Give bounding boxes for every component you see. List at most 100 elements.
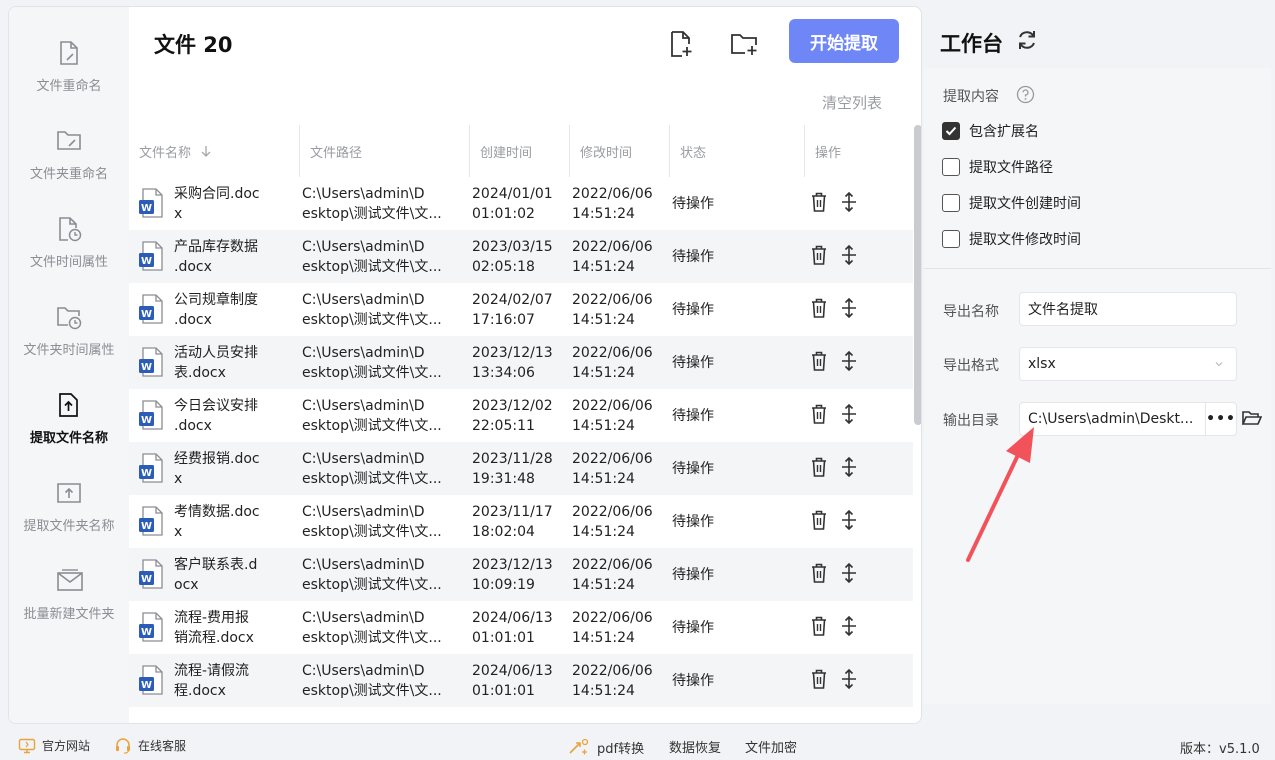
table-row[interactable]: W 流程-费用报 销流程.docx C:\Users\admin\D esktop\测试…	[129, 601, 913, 654]
checkbox-checked[interactable]	[942, 122, 960, 140]
delete-icon[interactable]	[809, 509, 829, 531]
data-recovery-link[interactable]: 数据恢复	[669, 737, 721, 756]
column-separator	[569, 125, 570, 177]
delete-icon[interactable]	[809, 456, 829, 478]
open-folder-icon[interactable]	[1241, 409, 1262, 427]
modified-time-cell: 2022/06/06 14:51:24	[572, 344, 653, 381]
delete-icon[interactable]	[809, 668, 829, 690]
svg-text:W: W	[141, 521, 152, 532]
output-dir-field[interactable]: C:\Users\admin\Deskt... •••	[1019, 402, 1237, 436]
option-checkbox-row[interactable]: 包含扩展名	[942, 121, 1039, 141]
drag-move-icon[interactable]	[839, 562, 859, 584]
option-checkbox-row[interactable]: 提取文件修改时间	[942, 229, 1081, 249]
drag-move-icon[interactable]	[839, 350, 859, 372]
add-file-button[interactable]	[664, 27, 698, 61]
table-row[interactable]: W 客户联系表.d ocx C:\Users\admin\D esktop\测试文件\文…	[129, 548, 913, 601]
file-path-cell: C:\Users\admin\D esktop\测试文件\文...	[302, 238, 442, 275]
checkbox-unchecked[interactable]	[942, 230, 960, 248]
table-row[interactable]: W 公司规章制度 .docx C:\Users\admin\D esktop\测试文件\…	[129, 283, 913, 336]
delete-icon[interactable]	[809, 615, 829, 637]
official-website-link[interactable]: 官方网站	[18, 737, 90, 754]
column-separator	[469, 125, 470, 177]
file-encrypt-link[interactable]: 文件加密	[745, 737, 797, 756]
modified-time-cell: 2022/06/06 14:51:24	[572, 662, 653, 699]
file-path-cell: C:\Users\admin\D esktop\测试文件\文...	[302, 291, 442, 328]
export-format-label: 导出格式	[943, 358, 999, 374]
sidebar-item-folder-batch[interactable]: 批量新建文件夹	[9, 567, 129, 647]
delete-icon[interactable]	[809, 562, 829, 584]
svg-text:W: W	[141, 627, 152, 638]
file-name-cell: 公司规章制度 .docx	[174, 291, 258, 328]
sidebar-item-file-upload[interactable]: 提取文件名称	[9, 391, 129, 471]
drag-move-icon[interactable]	[839, 244, 859, 266]
word-file-icon: W	[138, 665, 164, 695]
drag-move-icon[interactable]	[839, 509, 859, 531]
table-row[interactable]: W 流程-请假流 程.docx C:\Users\admin\D esktop\测试文件…	[129, 654, 913, 707]
column-separator	[669, 125, 670, 177]
delete-icon[interactable]	[809, 191, 829, 213]
checkmark-icon	[945, 126, 957, 136]
column-header-actions: 操作	[815, 145, 842, 161]
sidebar-item-label: 文件时间属性	[29, 255, 108, 270]
drag-move-icon[interactable]	[839, 403, 859, 425]
drag-move-icon[interactable]	[839, 456, 859, 478]
drag-move-icon[interactable]	[839, 297, 859, 319]
file-name-cell: 流程-费用报 销流程.docx	[174, 609, 254, 646]
column-header-path: 文件路径	[310, 145, 363, 161]
refresh-icon[interactable]	[1015, 28, 1039, 52]
column-header-status: 状态	[680, 145, 707, 161]
drag-move-icon[interactable]	[839, 668, 859, 690]
sidebar-item-file-clock[interactable]: 文件时间属性	[9, 215, 129, 295]
delete-icon[interactable]	[809, 403, 829, 425]
sidebar-item-file-edit[interactable]: 文件重命名	[9, 39, 129, 119]
table-row[interactable]: W 活动人员安排 表.docx C:\Users\admin\D esktop\测试文件…	[129, 336, 913, 389]
created-time-cell: 2024/01/01 01:01:02	[472, 185, 553, 222]
word-file-icon: W	[138, 241, 164, 271]
online-support-link[interactable]: 在线客服	[114, 737, 186, 754]
column-header-name[interactable]: 文件名称	[139, 125, 213, 177]
delete-icon[interactable]	[809, 350, 829, 372]
website-icon	[18, 738, 36, 753]
export-name-field[interactable]	[1019, 292, 1237, 326]
modified-time-cell: 2022/06/06 14:51:24	[572, 397, 653, 434]
start-extract-button[interactable]: 开始提取	[789, 19, 899, 63]
sidebar-item-folder-upload[interactable]: 提取文件夹名称	[9, 479, 129, 559]
version-label: 版本：v5.1.0	[1180, 742, 1260, 757]
table-scrollbar[interactable]	[914, 125, 921, 425]
export-name-input[interactable]	[1028, 301, 1236, 317]
table-row[interactable]: W 产品库存数据 .docx C:\Users\admin\D esktop\测试文件\…	[129, 230, 913, 283]
checkbox-unchecked[interactable]	[942, 194, 960, 212]
file-name-cell: 活动人员安排 表.docx	[174, 344, 258, 381]
svg-text:W: W	[141, 468, 152, 479]
add-folder-button[interactable]	[727, 27, 761, 61]
table-body: W 采购合同.doc x C:\Users\admin\D esktop\测试文件\文.…	[129, 177, 913, 707]
option-label: 提取文件修改时间	[969, 232, 1081, 248]
option-checkbox-row[interactable]: 提取文件路径	[942, 157, 1053, 177]
created-time-cell: 2023/11/17 18:02:04	[472, 503, 553, 540]
export-format-select[interactable]: xlsx	[1019, 347, 1237, 381]
status-cell: 待操作	[672, 460, 714, 477]
help-icon[interactable]	[1016, 85, 1035, 104]
delete-icon[interactable]	[809, 297, 829, 319]
option-checkbox-row[interactable]: 提取文件创建时间	[942, 193, 1081, 213]
pdf-convert-link[interactable]: pdf转换	[567, 737, 644, 757]
modified-time-cell: 2022/06/06 14:51:24	[572, 556, 653, 593]
clear-list-button[interactable]: 清空列表	[822, 92, 882, 113]
checkbox-unchecked[interactable]	[942, 158, 960, 176]
drag-move-icon[interactable]	[839, 615, 859, 637]
sidebar-item-folder-edit[interactable]: 文件夹重命名	[9, 127, 129, 207]
table-row[interactable]: W 采购合同.doc x C:\Users\admin\D esktop\测试文件\文.…	[129, 177, 913, 230]
modified-time-cell: 2022/06/06 14:51:24	[572, 185, 653, 222]
table-row[interactable]: W 考情数据.doc x C:\Users\admin\D esktop\测试文件\文.…	[129, 495, 913, 548]
modified-time-cell: 2022/06/06 14:51:24	[572, 291, 653, 328]
word-file-icon: W	[138, 400, 164, 430]
sidebar-item-folder-clock[interactable]: 文件夹时间属性	[9, 303, 129, 383]
drag-move-icon[interactable]	[839, 191, 859, 213]
table-row[interactable]: W 今日会议安排 .docx C:\Users\admin\D esktop\测试文件\…	[129, 389, 913, 442]
delete-icon[interactable]	[809, 244, 829, 266]
more-button[interactable]: •••	[1206, 411, 1236, 427]
table-row[interactable]: W 经费报销.doc x C:\Users\admin\D esktop\测试文件\文.…	[129, 442, 913, 495]
svg-text:W: W	[141, 256, 152, 267]
sidebar-item-label: 文件夹时间属性	[23, 343, 115, 358]
file-name-cell: 经费报销.doc x	[174, 450, 260, 487]
